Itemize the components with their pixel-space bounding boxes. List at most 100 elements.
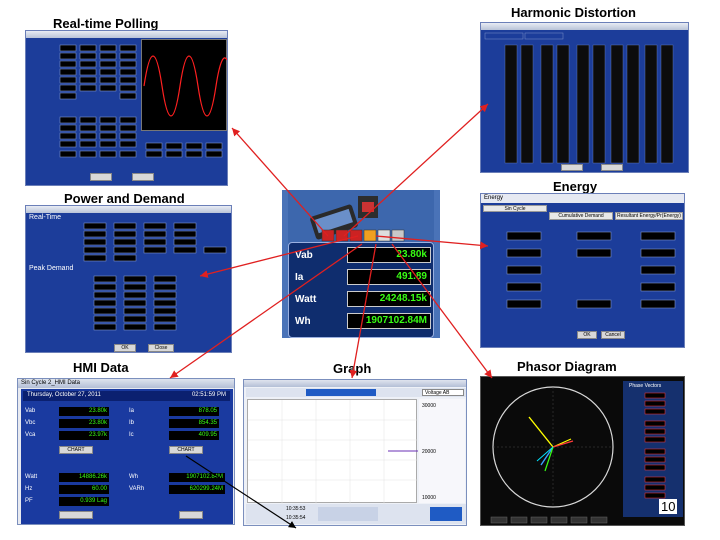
graph-tick-label: 20000 bbox=[422, 449, 436, 455]
meter-panel: Vab 23.80k Ia 491.89 Watt 24248.15k Wh 1… bbox=[288, 242, 434, 338]
hmi-value: 23.80k bbox=[59, 407, 109, 416]
meter-value-watt: 24248.15k bbox=[347, 291, 431, 307]
harmonic-close-button[interactable] bbox=[601, 164, 623, 171]
hmi-back-button[interactable] bbox=[179, 511, 203, 519]
hmi-row-vbc: Vbc 23.80k bbox=[25, 419, 121, 429]
realtime-right-grid bbox=[142, 131, 227, 167]
hmi-row-vca: Vca 23.97k bbox=[25, 431, 121, 441]
power-ok-button[interactable]: OK bbox=[114, 344, 136, 352]
hmi-value: 409.95 bbox=[169, 431, 219, 440]
energy-window: Energy Sin Cycle Cumulative Demand Resul… bbox=[480, 193, 685, 348]
hmi-label: PF bbox=[25, 498, 33, 504]
hmi-chart-button-left[interactable]: CHART bbox=[59, 446, 93, 454]
caption-realtime-polling: Real-time Polling bbox=[53, 16, 159, 31]
hmi-chart-button-right[interactable]: CHART bbox=[169, 446, 203, 454]
waveform-panel bbox=[141, 39, 227, 131]
meter-label-vab: Vab bbox=[295, 250, 313, 261]
caption-graph: Graph bbox=[333, 361, 372, 376]
realtime-lower-grid bbox=[30, 111, 138, 165]
realtime-right-cells bbox=[145, 142, 223, 158]
power-demand-cells bbox=[83, 222, 227, 331]
phasor-diagram bbox=[490, 386, 614, 524]
meter-label-ia: Ia bbox=[295, 272, 304, 283]
phasor-vector-yellow bbox=[528, 416, 554, 448]
realtime-polling-window bbox=[25, 30, 228, 186]
hmi-label: Hz bbox=[25, 486, 33, 492]
hmi-row-hz: Hz 60.00 bbox=[25, 485, 121, 495]
hmi-value: 878.05 bbox=[169, 407, 219, 416]
realtime-close-button[interactable] bbox=[132, 173, 154, 181]
graph-plot-area bbox=[247, 399, 418, 504]
hmi-value: 854.35 bbox=[169, 419, 219, 428]
hmi-chart-button-bottom[interactable] bbox=[59, 511, 93, 519]
hmi-value: 23.80k bbox=[59, 419, 109, 428]
hmi-label: Wh bbox=[129, 474, 138, 480]
caption-harmonic-distortion: Harmonic Distortion bbox=[511, 5, 636, 20]
hmi-date-bar: Thursday, October 27, 2011 02:51:59 PM bbox=[23, 391, 230, 401]
page-number: 10 bbox=[659, 499, 678, 514]
power-close-button[interactable]: Close bbox=[148, 344, 174, 352]
meter-row: Vab 23.80k bbox=[293, 247, 431, 265]
hmi-window: Sin Cycle 2_HMI Data Thursday, October 2… bbox=[17, 378, 235, 525]
hmi-value: 60.00 bbox=[59, 485, 109, 494]
hmi-value: 23.97k bbox=[59, 431, 109, 440]
hmi-label: Ic bbox=[129, 432, 134, 438]
hmi-label: Vab bbox=[25, 408, 36, 414]
meter-value-vab: 23.80k bbox=[347, 247, 431, 263]
hmi-label: Ia bbox=[129, 408, 135, 414]
graph-signal-dropdown[interactable]: Voltage AB bbox=[422, 389, 464, 396]
graph-titlebar bbox=[244, 380, 466, 387]
graph-time-label-2: 10:35:54 bbox=[286, 515, 306, 521]
meter-row: Ia 491.89 bbox=[293, 269, 431, 287]
graph-bottom-bar: 10:35:53 10:35:54 bbox=[246, 504, 466, 524]
graph-time-label: 10:35:53 bbox=[286, 506, 306, 512]
hmi-row-ib: Ib 854.35 bbox=[129, 419, 225, 429]
hmi-row-vab: Vab 23.80k bbox=[25, 407, 121, 417]
graph-tick-label: 30000 bbox=[422, 403, 436, 409]
graph-plot bbox=[248, 400, 418, 504]
meter-row: Wh 1907102.84M bbox=[293, 313, 431, 331]
realtime-lower-cells bbox=[59, 116, 137, 158]
meter-value-ia: 491.89 bbox=[347, 269, 431, 285]
sine-waveform bbox=[143, 55, 227, 117]
caption-phasor-diagram: Phasor Diagram bbox=[517, 359, 617, 374]
graph-tick-label: 10000 bbox=[422, 495, 436, 501]
window-titlebar bbox=[26, 31, 227, 38]
meter-label-watt: Watt bbox=[295, 294, 317, 305]
hmi-value: 1907102.84M bbox=[169, 473, 225, 482]
energy-cancel-button[interactable]: Cancel bbox=[601, 331, 625, 339]
realtime-ok-button[interactable] bbox=[90, 173, 112, 181]
hmi-row-ia: Ia 878.05 bbox=[129, 407, 225, 417]
graph-nav-controls[interactable] bbox=[318, 507, 378, 521]
hmi-date: Thursday, October 27, 2011 bbox=[27, 392, 101, 398]
hmi-row-varh: VARh 620299.24M bbox=[129, 485, 229, 495]
graph-tick-panel: 30000 20000 10000 bbox=[419, 399, 465, 503]
caption-energy: Energy bbox=[553, 179, 598, 194]
graph-toolbar-strip[interactable] bbox=[306, 389, 376, 396]
hmi-value: 0.939 Lag bbox=[59, 497, 109, 506]
energy-ok-button[interactable]: OK bbox=[577, 331, 597, 339]
energy-cells bbox=[506, 231, 676, 309]
hmi-label: VARh bbox=[129, 486, 145, 492]
graph-zoom-button[interactable] bbox=[430, 507, 462, 521]
phasor-window: Phase Vectors 10 bbox=[480, 376, 685, 526]
hmi-row-ic: Ic 409.95 bbox=[129, 431, 225, 441]
harmonic-ok-button[interactable] bbox=[561, 164, 583, 171]
harmonic-distortion-window bbox=[480, 22, 689, 173]
hmi-body: Thursday, October 27, 2011 02:51:59 PM V… bbox=[21, 389, 233, 524]
realtime-grid bbox=[30, 41, 138, 107]
harmonic-table bbox=[484, 32, 674, 164]
hmi-label: Watt bbox=[25, 474, 38, 480]
hmi-row-wh: Wh 1907102.84M bbox=[129, 473, 229, 483]
meter-row: Watt 24248.15k bbox=[293, 291, 431, 309]
hmi-row-pf: PF 0.939 Lag bbox=[25, 497, 121, 507]
graph-toolbar: Voltage AB bbox=[246, 388, 466, 397]
hmi-label: Ib bbox=[129, 420, 135, 426]
hmi-time: 02:51:59 PM bbox=[191, 392, 226, 398]
meter-value-wh: 1907102.84M bbox=[347, 313, 431, 329]
power-demand-window: Real-Time Peak Demand OK Close bbox=[25, 205, 232, 353]
caption-power-demand: Power and Demand bbox=[64, 191, 185, 206]
caption-hmi-data: HMI Data bbox=[73, 360, 129, 375]
realtime-grid-cells bbox=[59, 44, 137, 100]
meter-label-wh: Wh bbox=[295, 316, 311, 327]
